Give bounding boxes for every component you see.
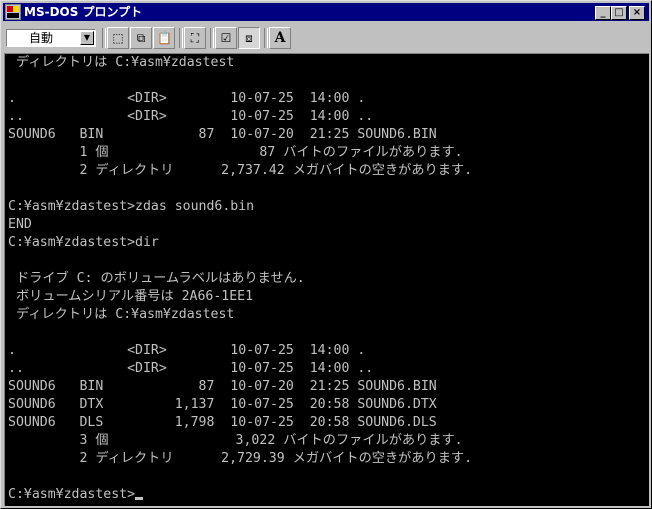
font-size-select[interactable]: 自動 ▼	[6, 29, 96, 47]
console-line: SOUND6 DLS 1,798 10-07-25 20:58 SOUND6.D…	[8, 415, 437, 430]
font-icon: A	[274, 30, 286, 46]
console-line: SOUND6 BIN 87 10-07-20 21:25 SOUND6.BIN	[8, 379, 437, 394]
console-line: . <DIR> 10-07-25 14:00 .	[8, 343, 366, 358]
console-line: SOUND6 DTX 1,137 10-07-25 20:58 SOUND6.D…	[8, 397, 437, 412]
font-button[interactable]: A	[269, 27, 291, 49]
maximize-icon: □	[614, 7, 624, 18]
console-line: ディレクトリは C:¥asm¥zdastest	[8, 307, 235, 322]
close-icon: ×	[632, 7, 642, 18]
console-line: 2 ディレクトリ 2,737.42 メガバイトの空きがあります.	[8, 163, 473, 178]
app-icon-part	[13, 6, 19, 12]
fullscreen-icon: ⛶	[190, 31, 200, 45]
console-line: . <DIR> 10-07-25 14:00 .	[8, 91, 366, 106]
console-line: C:¥asm¥zdastest>zdas sound6.bin	[8, 199, 255, 214]
toolbar-separator	[264, 28, 268, 48]
copy-icon: ⧉	[136, 31, 146, 45]
copy-button[interactable]: ⧉	[130, 27, 152, 49]
paste-icon: 📋	[157, 31, 172, 45]
fullscreen-button[interactable]: ⛶	[184, 27, 206, 49]
paste-button[interactable]: 📋	[153, 27, 175, 49]
toolbar-separator	[102, 28, 106, 48]
minimize-icon: _	[600, 7, 606, 18]
font-size-value: 自動	[29, 31, 54, 45]
toolbar-separator	[179, 28, 183, 48]
console-output[interactable]: ディレクトリは C:¥asm¥zdastest . <DIR> 10-07-25…	[4, 53, 649, 506]
toolbar-separator	[210, 28, 214, 48]
mark-button[interactable]: ⬚	[107, 27, 129, 49]
console-line: SOUND6 BIN 87 10-07-20 21:25 SOUND6.BIN	[8, 127, 437, 142]
console-line: 3 個 3,022 バイトのファイルがあります.	[8, 433, 463, 448]
command-prompt: C:¥asm¥zdastest>	[8, 487, 136, 502]
toolbar: 自動 ▼ ⬚ ⧉ 📋 ⛶ ☑ ⧈ A	[3, 23, 649, 51]
dropdown-arrow-icon[interactable]: ▼	[80, 31, 94, 45]
console-line: ボリュームシリアル番号は 2A66-1EE1	[8, 289, 254, 304]
title-bar[interactable]: MS-DOS プロンプト _ □ ×	[3, 3, 649, 21]
console-line: ドライブ C: のボリュームラベルはありません.	[8, 271, 305, 286]
console-line: .. <DIR> 10-07-25 14:00 ..	[8, 109, 374, 124]
console-line: ディレクトリは C:¥asm¥zdastest	[8, 55, 235, 70]
console-line: 2 ディレクトリ 2,729.39 メガバイトの空きがあります.	[8, 451, 473, 466]
maximize-button[interactable]: □	[611, 6, 627, 20]
text-cursor	[135, 497, 144, 500]
minimize-button[interactable]: _	[595, 6, 611, 20]
window-title: MS-DOS プロンプト	[24, 5, 143, 19]
console-line: END	[8, 217, 32, 232]
console-line: 1 個 87 バイトのファイルがあります.	[8, 145, 463, 160]
console-line: .. <DIR> 10-07-25 14:00 ..	[8, 361, 374, 376]
mark-icon: ⬚	[112, 31, 124, 45]
properties-button[interactable]: ☑	[215, 27, 237, 49]
close-button[interactable]: ×	[629, 6, 645, 20]
ms-dos-app-icon[interactable]	[5, 4, 21, 20]
ms-dos-window: MS-DOS プロンプト _ □ × 自動 ▼ ⬚ ⧉ 📋 ⛶ ☑ ⧈ A ディ…	[0, 0, 652, 509]
console-line: C:¥asm¥zdastest>dir	[8, 235, 159, 250]
background-icon: ⧈	[245, 31, 253, 45]
properties-icon: ☑	[220, 31, 232, 45]
command-prompt-line[interactable]: C:¥asm¥zdastest>	[8, 486, 144, 504]
background-button[interactable]: ⧈	[238, 27, 260, 49]
app-icon-part	[7, 13, 19, 18]
